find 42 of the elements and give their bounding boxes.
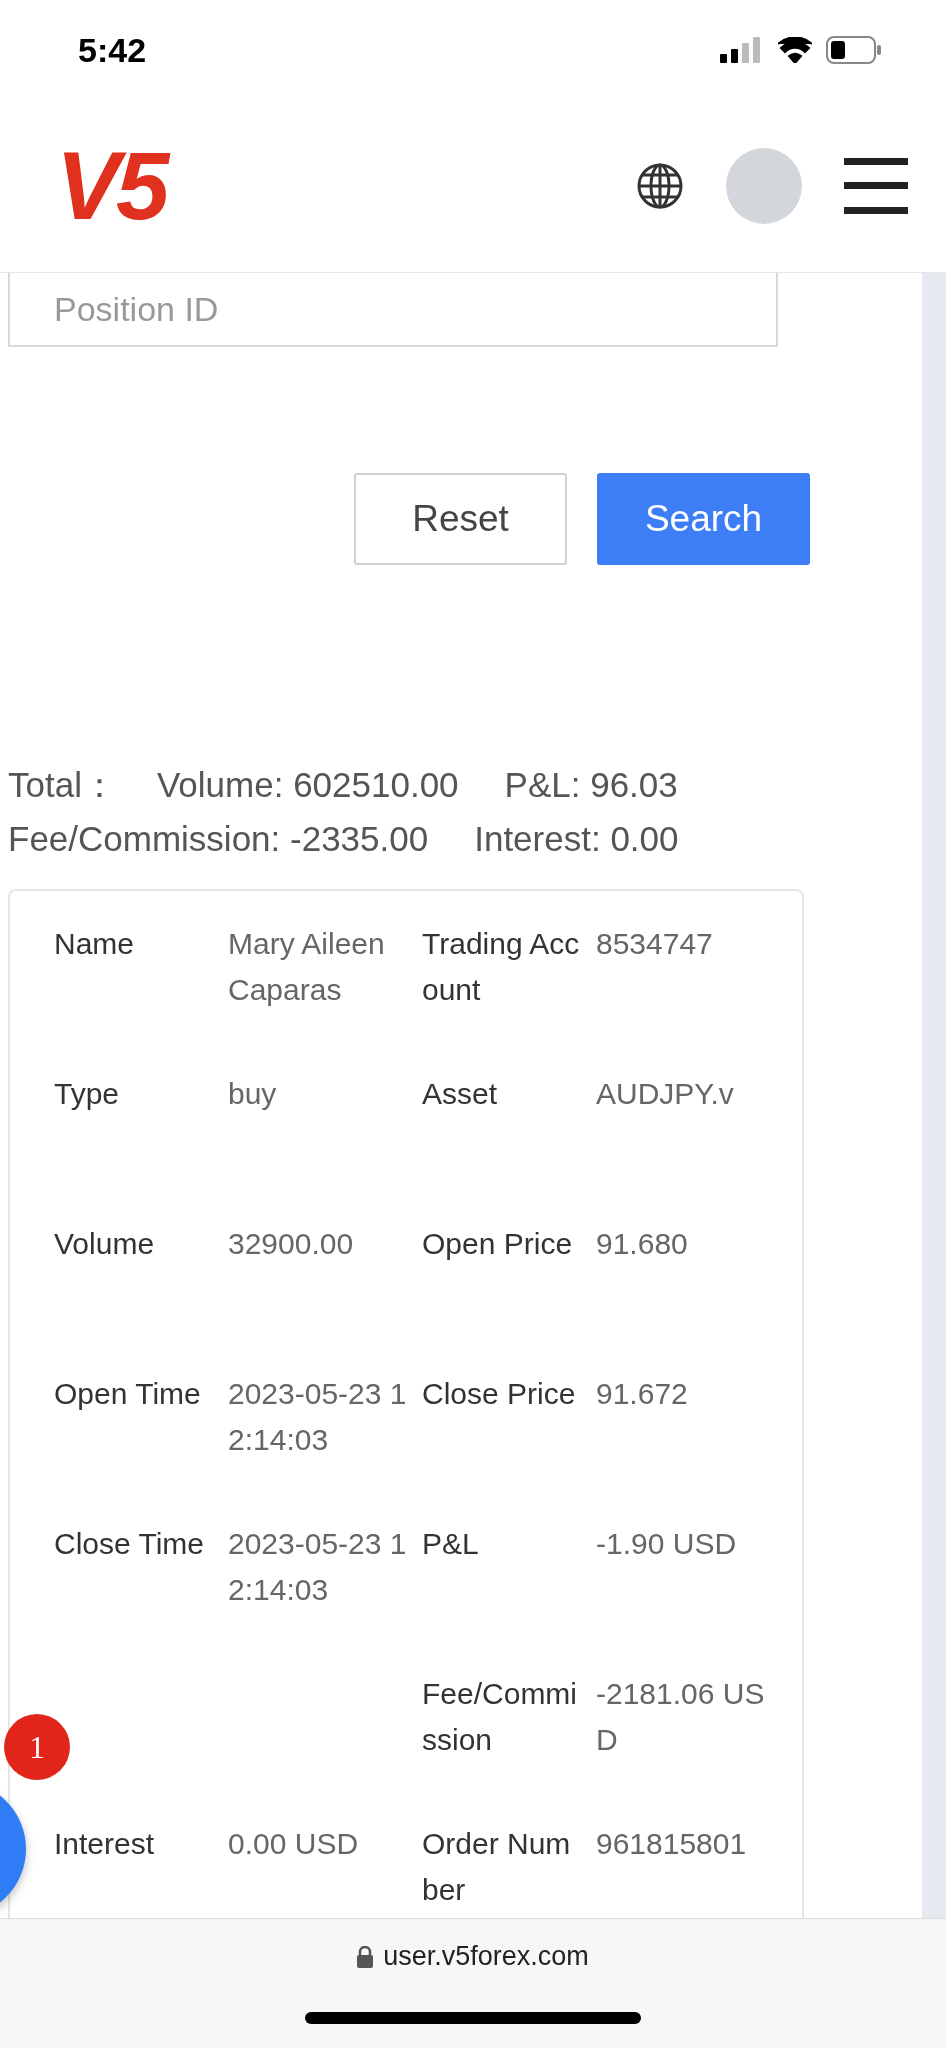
status-time: 5:42 — [78, 30, 147, 70]
field-value: 91.680 — [596, 1226, 689, 1262]
reset-button[interactable]: Reset — [354, 473, 567, 565]
field-value: 0.00 USD — [228, 1826, 360, 1862]
total-item: Fee/Commission: -2335.00 — [8, 818, 429, 860]
total-item: P&L: 96.03 — [504, 764, 678, 806]
field-label: Close Time — [54, 1526, 206, 1562]
field-value: -2181.06 USD — [596, 1676, 766, 1758]
search-button[interactable]: Search — [597, 473, 810, 565]
field-label: P&L — [422, 1526, 480, 1562]
field-value: AUDJPY.v — [596, 1076, 735, 1112]
field-label: Type — [54, 1076, 121, 1112]
field-label: Open Time — [54, 1376, 202, 1412]
field-value: 2023-05-23 12:14:03 — [228, 1376, 408, 1458]
field-label: Fee/Commission — [422, 1676, 579, 1758]
field-value: buy — [228, 1076, 278, 1112]
field-value: -1.90 USD — [596, 1526, 738, 1562]
field-value: 2023-05-23 12:14:03 — [228, 1526, 408, 1608]
field-label: Interest — [54, 1826, 156, 1862]
total-item: Interest: 0.00 — [474, 818, 679, 860]
url-text[interactable]: user.v5forex.com — [383, 1941, 589, 1972]
field-label: Name — [54, 926, 136, 962]
battery-icon — [826, 36, 882, 64]
field-label: Close Price — [422, 1376, 577, 1412]
total-item: Volume: 602510.00 — [156, 764, 459, 806]
field-value: 32900.00 — [228, 1226, 355, 1262]
globe-icon[interactable] — [636, 162, 684, 210]
totals-title: Total： — [8, 764, 117, 806]
field-label: Volume — [54, 1226, 156, 1262]
field-value: Mary Aileen Caparas — [228, 926, 386, 1008]
scrollbar[interactable] — [922, 273, 946, 1918]
field-value: 91.672 — [596, 1376, 689, 1412]
wifi-icon — [778, 37, 812, 63]
field-value: 961815801 — [596, 1826, 748, 1862]
field-label: Order Number — [422, 1826, 572, 1908]
position-id-field[interactable]: Position ID — [8, 273, 778, 347]
menu-icon[interactable] — [844, 158, 908, 214]
field-label: Open Price — [422, 1226, 574, 1262]
field-label: Asset — [422, 1076, 499, 1112]
field-label: Trading Account — [422, 926, 581, 1008]
notification-badge: 1 — [4, 1714, 70, 1780]
field-value: 8534747 — [596, 926, 714, 962]
